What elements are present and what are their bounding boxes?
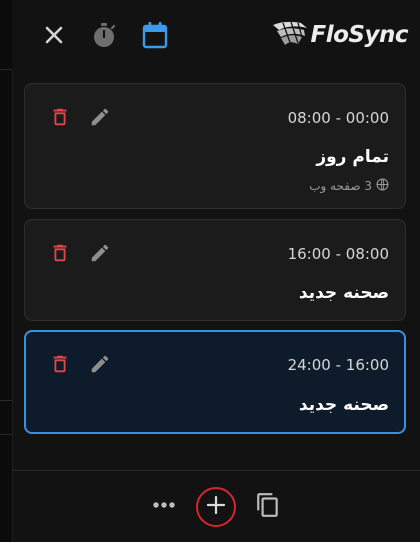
logo-text: FloSync (310, 22, 409, 48)
left-panel-edge (0, 0, 13, 542)
left-panel-divider (0, 69, 12, 70)
add-icon (204, 493, 228, 521)
scene-title: صحنه جدید (298, 395, 389, 415)
delete-icon[interactable] (49, 106, 71, 128)
timer-icon[interactable] (89, 20, 119, 50)
close-icon[interactable] (39, 20, 69, 50)
web-pages-count: 3 صفحه وب (309, 178, 389, 194)
calendar-icon[interactable] (140, 20, 170, 50)
left-panel-divider (0, 400, 12, 401)
time-range: 24:00 - 16:00 (287, 356, 389, 374)
web-pages-label: 3 صفحه وب (309, 179, 372, 193)
more-icon (151, 492, 177, 522)
app-logo: FloSync (271, 19, 409, 51)
add-button[interactable] (196, 486, 236, 527)
scene-title: تمام روز (316, 147, 389, 167)
scene-card[interactable]: 08:00 - 00:00 تمام روز 3 صفحه وب (24, 83, 406, 209)
logo-mark-icon (271, 19, 309, 51)
time-range: 16:00 - 08:00 (287, 245, 389, 263)
scene-title: صحنه جدید (298, 283, 389, 303)
scene-card-selected[interactable]: 24:00 - 16:00 صحنه جدید (24, 330, 406, 434)
time-range: 08:00 - 00:00 (287, 109, 389, 127)
edit-icon[interactable] (89, 353, 111, 375)
left-panel-divider (0, 434, 12, 435)
delete-icon[interactable] (49, 353, 71, 375)
delete-icon[interactable] (49, 242, 71, 264)
copy-icon (255, 492, 281, 522)
edit-icon[interactable] (89, 242, 111, 264)
more-button[interactable] (146, 489, 182, 525)
copy-button[interactable] (250, 489, 286, 525)
top-toolbar: FloSync (12, 0, 420, 70)
scene-card[interactable]: 16:00 - 08:00 صحنه جدید (24, 219, 406, 321)
bottom-toolbar (12, 471, 420, 542)
globe-icon (376, 178, 389, 194)
edit-icon[interactable] (89, 106, 111, 128)
